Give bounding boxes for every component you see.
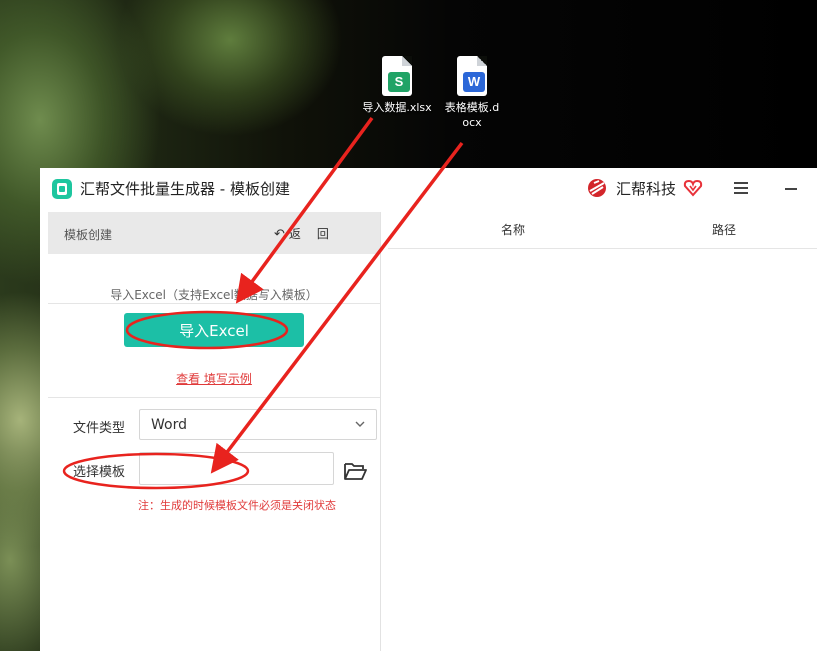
file-type-value: Word xyxy=(151,417,187,433)
column-path[interactable]: 路径 xyxy=(712,221,736,238)
title-bar: 汇帮文件批量生成器 - 模板创建 汇帮科技 xyxy=(40,168,817,210)
panel-title: 模板创建 xyxy=(64,228,113,242)
excel-file-icon: S xyxy=(382,56,412,96)
panel-header: 模板创建 ↶ 返回 xyxy=(48,212,380,254)
view-example-link[interactable]: 查看 填写示例 xyxy=(48,370,380,387)
folder-open-icon[interactable] xyxy=(343,461,367,481)
import-hint: 导入Excel（支持Excel数据写入模板） xyxy=(110,288,318,302)
brand-logo-icon xyxy=(588,179,606,197)
divider xyxy=(48,303,380,304)
hamburger-menu-icon[interactable] xyxy=(734,182,748,194)
file-type-select[interactable]: Word xyxy=(139,409,377,440)
minimize-icon[interactable] xyxy=(785,188,797,190)
file-list-panel: 名称 路径 xyxy=(388,210,817,651)
word-badge: W xyxy=(463,72,485,92)
template-path-input[interactable] xyxy=(139,452,334,485)
back-label: 返回 xyxy=(288,227,345,241)
template-label: 选择模板 xyxy=(73,465,126,480)
excel-badge: S xyxy=(388,72,410,92)
back-arrow-icon: ↶ xyxy=(274,227,285,242)
word-file-icon: W xyxy=(457,56,487,96)
app-logo-icon xyxy=(52,179,72,199)
chevron-down-icon xyxy=(355,421,365,427)
brand-name: 汇帮科技 xyxy=(616,180,677,198)
desktop-file-docx[interactable]: W 表格模板.docx xyxy=(432,56,512,130)
template-create-panel: 模板创建 ↶ 返回 导入Excel（支持Excel数据写入模板） 导入Excel … xyxy=(48,212,381,651)
window-title: 汇帮文件批量生成器 - 模板创建 xyxy=(80,180,290,198)
desktop-file-xlsx[interactable]: S 导入数据.xlsx xyxy=(357,56,437,115)
file-type-label: 文件类型 xyxy=(73,421,126,436)
divider xyxy=(48,397,380,398)
column-name[interactable]: 名称 xyxy=(501,221,525,238)
import-excel-button[interactable]: 导入Excel xyxy=(124,313,304,347)
vip-heart-icon[interactable] xyxy=(683,179,703,197)
app-window: 汇帮文件批量生成器 - 模板创建 汇帮科技 模板创建 ↶ 返回 导入Excel（支… xyxy=(40,168,817,651)
desktop-file-name: 表格模板.docx xyxy=(444,101,500,129)
desktop-file-name: 导入数据.xlsx xyxy=(362,101,432,114)
back-button[interactable]: ↶ 返回 xyxy=(274,225,345,242)
note-text: 注：生成的时候模板文件必须是关闭状态 xyxy=(138,499,336,512)
table-header: 名称 路径 xyxy=(388,210,817,249)
